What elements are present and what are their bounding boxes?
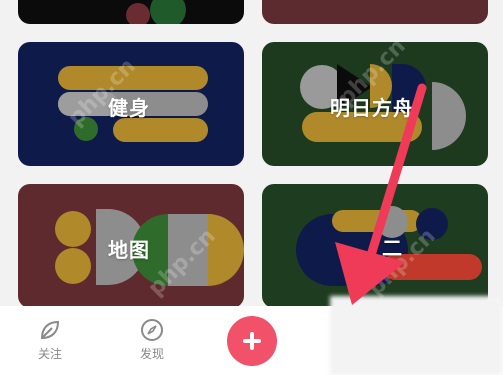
card-art — [126, 0, 186, 24]
tab-label: 发现 — [139, 347, 164, 361]
tab-follow[interactable]: 关注 — [10, 306, 90, 375]
add-button[interactable] — [227, 316, 277, 366]
blurred-region — [330, 296, 503, 375]
compass-icon — [141, 319, 163, 341]
card-label: 地图 — [108, 238, 150, 262]
leaf-icon — [40, 320, 60, 340]
tab-label: 关注 — [37, 347, 62, 361]
plus-icon — [243, 332, 261, 350]
card-top-left[interactable] — [18, 0, 244, 24]
card-fitness[interactable]: 健身 — [18, 42, 244, 166]
card-top-right[interactable] — [262, 0, 488, 24]
tab-discover[interactable]: 发现 — [112, 306, 192, 375]
app-screen: 健身 明日方舟 地图 二 php.cn php.cn php.cn php.cn… — [0, 0, 503, 375]
